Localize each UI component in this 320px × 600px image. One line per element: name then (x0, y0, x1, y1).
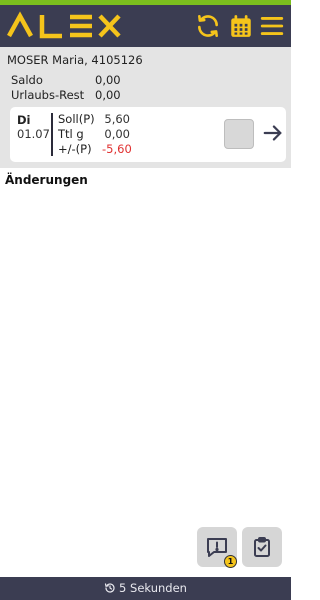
message-alert-icon (207, 538, 227, 557)
refresh-interval-text: 5 Sekunden (119, 581, 187, 595)
history-icon (104, 583, 115, 593)
menu-icon[interactable] (259, 13, 285, 39)
app-header (0, 5, 291, 47)
footer-status: 5 Sekunden (0, 581, 291, 595)
footer-bar: 5 Sekunden (0, 577, 291, 600)
ttl-value: 0,00 (104, 127, 130, 141)
ttl-label: Ttl g (58, 127, 84, 141)
saldo-value: 0,00 (95, 73, 121, 87)
soll-label: Soll(P) (58, 112, 95, 126)
calendar-icon[interactable] (228, 13, 254, 39)
arrow-right-icon[interactable] (262, 122, 284, 144)
urlaub-label: Urlaubs-Rest (11, 88, 85, 102)
clipboard-check-icon (254, 537, 270, 557)
saldo-label: Saldo (11, 73, 43, 87)
urlaub-value: 0,00 (95, 88, 121, 102)
messages-badge: 1 (224, 555, 237, 568)
alex-logo (7, 11, 121, 39)
day-divider (51, 113, 53, 156)
messages-button[interactable]: 1 (197, 527, 237, 568)
day-checkbox[interactable] (224, 119, 254, 149)
employee-name: MOSER Maria, 4105126 (7, 53, 143, 67)
day-date: 01.07. (17, 127, 54, 141)
soll-value: 5,60 (104, 112, 130, 126)
day-name: Di (17, 113, 31, 127)
diff-value: -5,60 (102, 142, 132, 156)
diff-label: +/-(P) (58, 142, 92, 156)
refresh-icon[interactable] (195, 13, 221, 39)
day-card: Di 01.07. Soll(P) 5,60 Ttl g 0,00 +/-(P)… (10, 107, 286, 162)
changes-title: Änderungen (5, 173, 88, 187)
discard-button[interactable] (242, 527, 282, 567)
